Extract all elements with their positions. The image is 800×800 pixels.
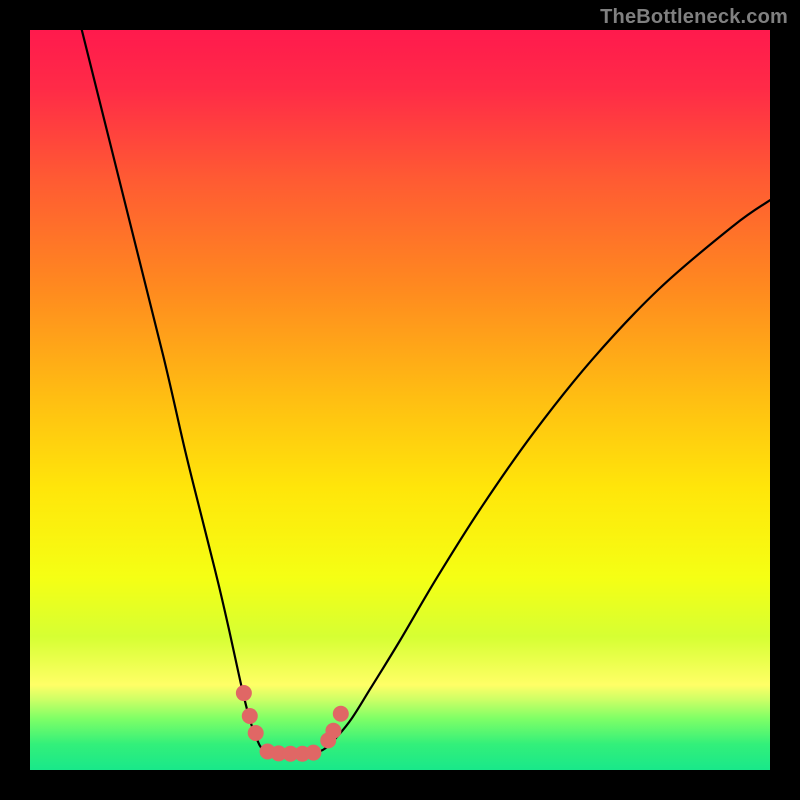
watermark-label: TheBottleneck.com	[600, 6, 788, 29]
marker-dot	[305, 745, 321, 761]
chart-frame: TheBottleneck.com	[0, 0, 800, 800]
marker-dot	[236, 685, 252, 701]
marker-dot	[242, 708, 258, 724]
marker-dot	[333, 706, 349, 722]
marker-dot	[325, 723, 341, 739]
plot-area	[30, 30, 770, 770]
chart-canvas	[30, 30, 770, 770]
gradient-background	[30, 30, 770, 770]
marker-dot	[248, 725, 264, 741]
